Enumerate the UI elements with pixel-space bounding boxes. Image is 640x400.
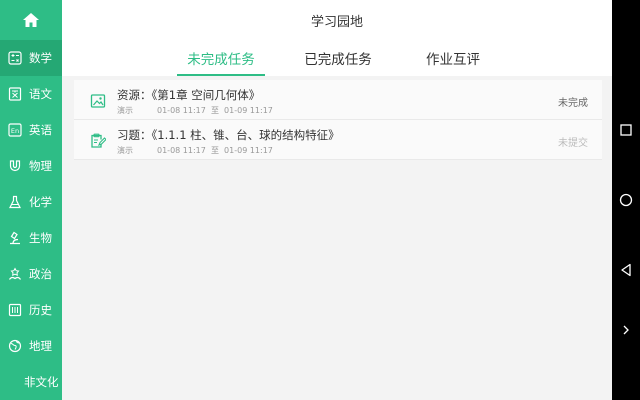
- sidebar-item-history[interactable]: 历史: [0, 292, 62, 328]
- task-start-time: 01-08 11:17: [157, 106, 206, 115]
- sidebar-item-label: 语文: [29, 87, 52, 101]
- task-row[interactable]: 习题：《1.1.1 柱、锥、台、球的结构特征》 演示 01-08 11:17 至 …: [74, 120, 602, 160]
- svg-text:En: En: [11, 127, 19, 135]
- chevron-right-icon: [623, 325, 629, 335]
- sidebar-item-label: 地理: [29, 339, 52, 353]
- sidebar-item-english[interactable]: En 英语: [0, 112, 62, 148]
- task-teacher: 演示: [117, 106, 133, 115]
- task-title: 习题：《1.1.1 柱、锥、台、球的结构特征》: [117, 127, 340, 143]
- flask-icon: [8, 195, 22, 209]
- system-nav-bar: [612, 0, 640, 400]
- sidebar-item-label: 非文化: [24, 375, 59, 389]
- task-tabs: 未完成任务 已完成任务 作业互评: [62, 48, 612, 76]
- chinese-book-icon: [8, 87, 22, 101]
- task-teacher: 演示: [117, 146, 133, 155]
- sidebar-item-math[interactable]: 数学: [0, 40, 62, 76]
- sidebar-item-label: 化学: [29, 195, 52, 209]
- sidebar-item-label: 生物: [29, 231, 52, 245]
- task-date-separator: 至: [210, 146, 219, 155]
- recents-square-icon: [620, 124, 632, 136]
- history-icon: [8, 303, 22, 317]
- back-triangle-icon: [621, 263, 631, 277]
- magnet-icon: [8, 159, 22, 173]
- page-title: 学习园地: [310, 15, 363, 30]
- sidebar-item-non-culture[interactable]: 非文化: [0, 364, 62, 400]
- task-list-container: 资源：《第1章 空间几何体》 演示 01-08 11:17 至 01-09 11:…: [62, 76, 612, 160]
- task-name: 《第1章 空间几何体》: [151, 88, 261, 102]
- sidebar-item-chemistry[interactable]: 化学: [0, 184, 62, 220]
- sidebar-item-label: 政治: [29, 267, 52, 281]
- active-tab-indicator: [177, 74, 265, 76]
- sidebar-item-geography[interactable]: 地理: [0, 328, 62, 364]
- exercise-edit-icon: [91, 133, 106, 148]
- task-title: 资源：《第1章 空间几何体》: [117, 87, 260, 103]
- tab-peer-review[interactable]: 作业互评: [426, 48, 480, 68]
- home-circle-icon: [619, 193, 633, 207]
- task-status: 未提交: [558, 138, 588, 149]
- home-icon: [23, 13, 39, 27]
- task-end-time: 01-09 11:17: [224, 106, 273, 115]
- task-end-time: 01-09 11:17: [224, 146, 273, 155]
- subject-sidebar: 数学 语文 En 英语 物理 化学 生物 政治 历史 地理 非文化: [0, 0, 62, 400]
- politics-icon: [8, 267, 22, 281]
- task-type-label: 习题：: [117, 128, 152, 142]
- english-en-icon: En: [8, 123, 22, 137]
- home-button[interactable]: [0, 0, 62, 40]
- sidebar-item-label: 数学: [29, 51, 52, 65]
- app: 数学 语文 En 英语 物理 化学 生物 政治 历史 地理 非文化 学习园地 未…: [0, 0, 640, 400]
- image-icon: [90, 94, 106, 108]
- task-status: 未完成: [558, 98, 588, 109]
- task-meta: 演示 01-08 11:17 至 01-09 11:17: [117, 105, 273, 116]
- task-start-time: 01-08 11:17: [157, 146, 206, 155]
- math-grid-icon: [8, 51, 22, 65]
- task-list: 资源：《第1章 空间几何体》 演示 01-08 11:17 至 01-09 11:…: [74, 80, 602, 160]
- task-type-label: 资源：: [117, 88, 152, 102]
- sidebar-item-physics[interactable]: 物理: [0, 148, 62, 184]
- main-panel: 学习园地 未完成任务 已完成任务 作业互评 资源：《第1章 空间几何体》 演示 …: [62, 0, 612, 400]
- tab-completed-tasks[interactable]: 已完成任务: [304, 48, 372, 68]
- globe-icon: [8, 339, 22, 353]
- task-meta: 演示 01-08 11:17 至 01-09 11:17: [117, 145, 273, 156]
- sidebar-item-label: 历史: [29, 303, 52, 317]
- sidebar-item-label: 英语: [29, 123, 52, 137]
- sidebar-item-chinese[interactable]: 语文: [0, 76, 62, 112]
- sidebar-item-biology[interactable]: 生物: [0, 220, 62, 256]
- back-button[interactable]: [612, 260, 640, 280]
- expand-button[interactable]: [612, 320, 640, 340]
- microscope-icon: [8, 231, 22, 245]
- task-name: 《1.1.1 柱、锥、台、球的结构特征》: [151, 128, 340, 142]
- home-system-button[interactable]: [612, 190, 640, 210]
- recents-button[interactable]: [612, 120, 640, 140]
- sidebar-item-politics[interactable]: 政治: [0, 256, 62, 292]
- task-date-separator: 至: [210, 106, 219, 115]
- tab-incomplete-tasks[interactable]: 未完成任务: [187, 48, 255, 68]
- task-row[interactable]: 资源：《第1章 空间几何体》 演示 01-08 11:17 至 01-09 11:…: [74, 80, 602, 120]
- sidebar-item-label: 物理: [29, 159, 52, 173]
- header: 学习园地 未完成任务 已完成任务 作业互评: [62, 0, 612, 76]
